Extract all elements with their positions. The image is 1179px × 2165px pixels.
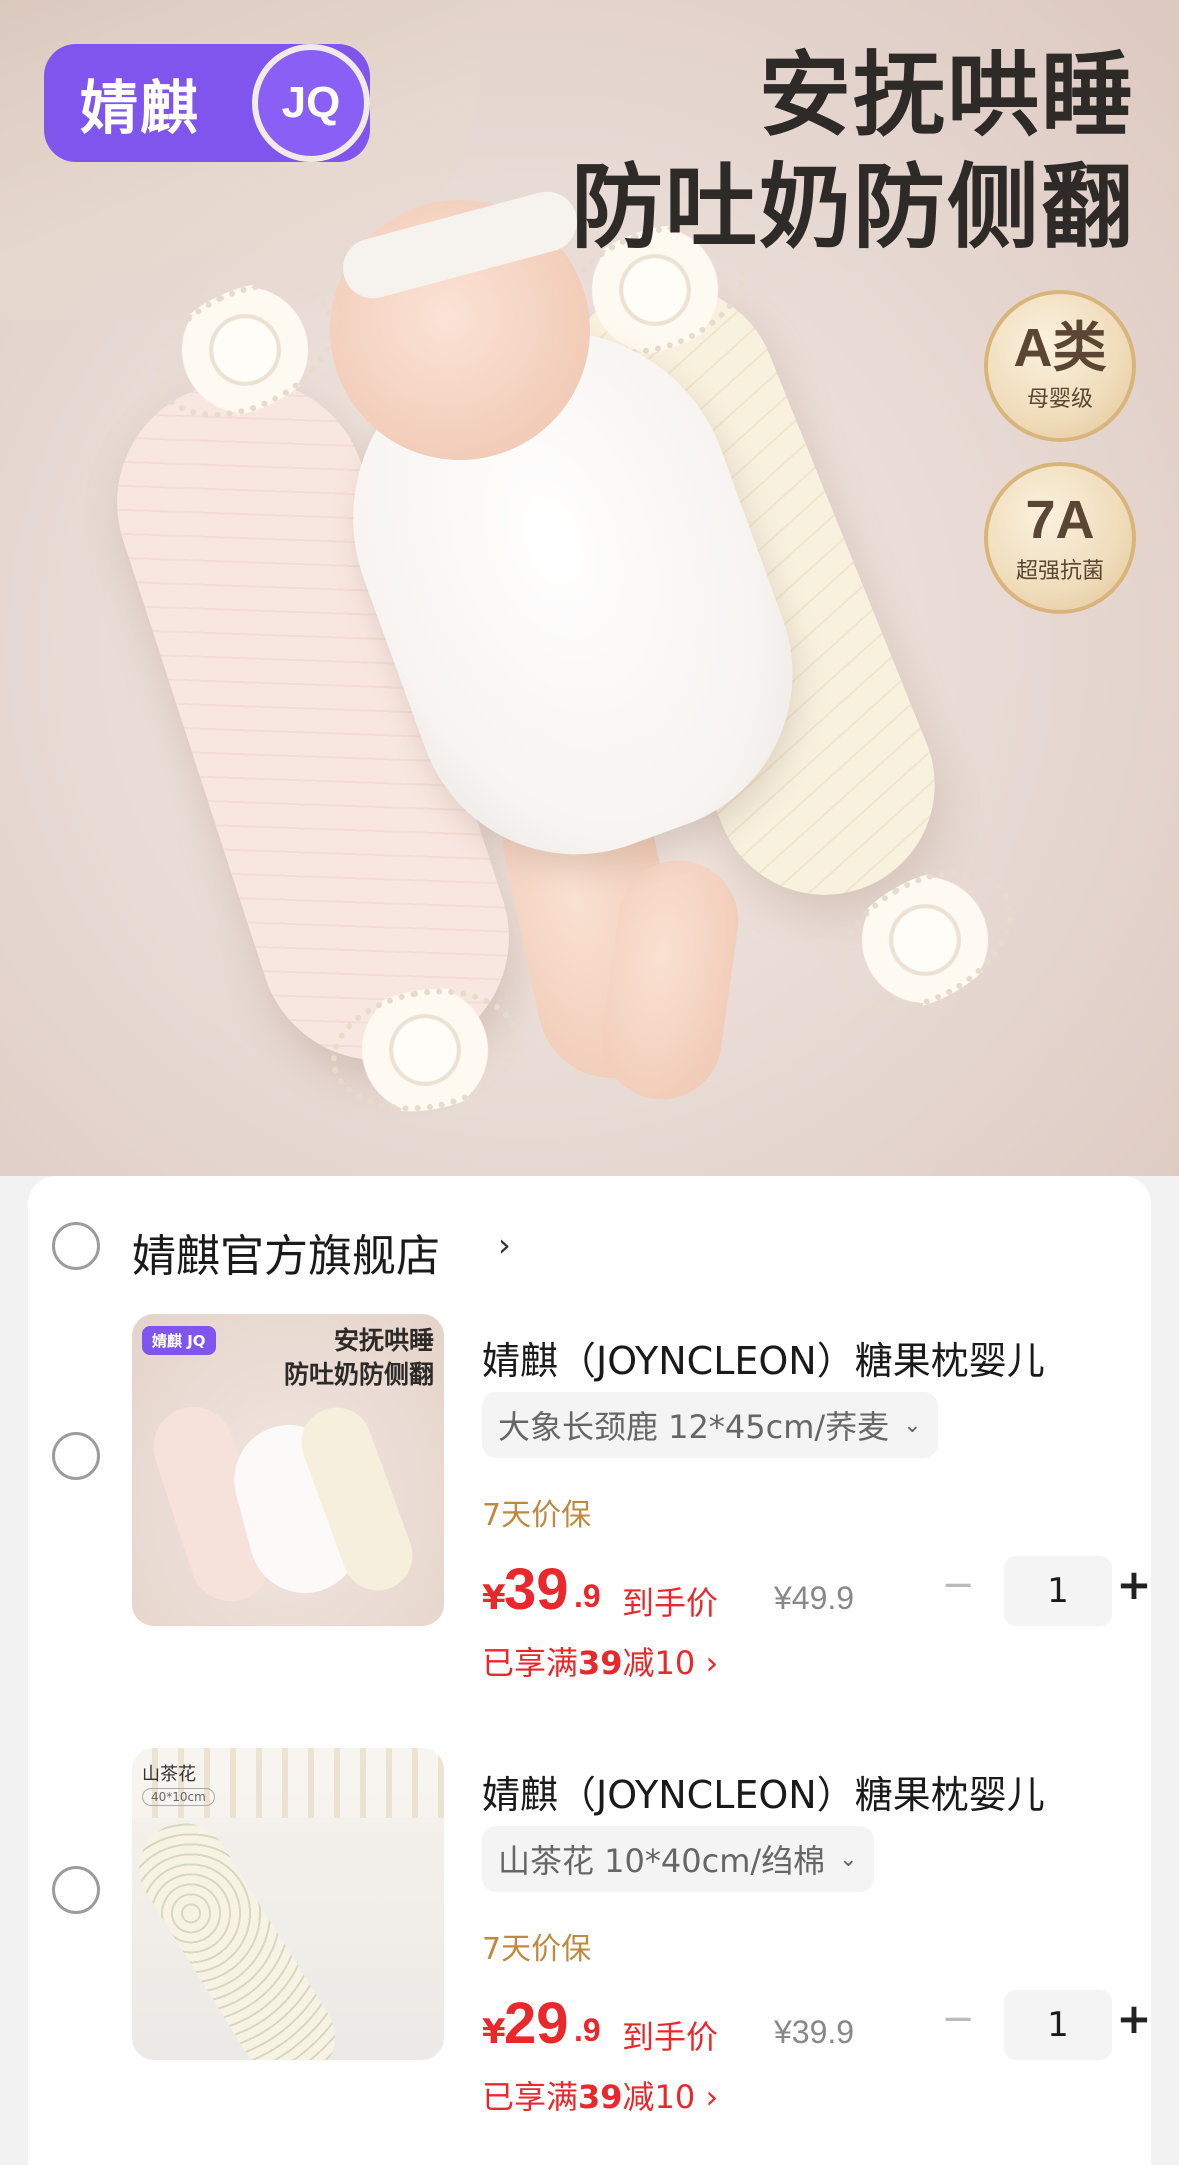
discount-info[interactable]: 已享满39减10 › bbox=[482, 2072, 718, 2118]
product-thumbnail[interactable]: 山茶花 40*10cm bbox=[132, 1748, 444, 2060]
price-row: ¥ 39 .9 到手价 ¥49.9 bbox=[482, 1556, 962, 1626]
discount-info[interactable]: 已享满39减10 › bbox=[482, 1638, 718, 1684]
currency-symbol: ¥ bbox=[482, 1578, 506, 1618]
variant-selector[interactable]: 大象长颈鹿 12*45cm/荞麦 ⌄ bbox=[482, 1392, 938, 1458]
variant-selector[interactable]: 山茶花 10*40cm/绉棉 ⌄ bbox=[482, 1826, 874, 1892]
thumb-headline-2: 防吐奶防侧翻 bbox=[283, 1360, 434, 1389]
hero-headline: 安抚哄睡 防吐奶防侧翻 bbox=[571, 40, 1135, 264]
currency-symbol: ¥ bbox=[482, 2012, 506, 2052]
final-price-label: 到手价 bbox=[622, 1584, 719, 1622]
increase-button[interactable]: + bbox=[1114, 1994, 1154, 2043]
discount-prefix: 已享满 bbox=[482, 1644, 579, 1682]
cart-item: 婧麒 JQ 安抚哄睡 防吐奶防侧翻 婧麒（JOYNCLEON）糖果枕婴儿 大象长… bbox=[28, 1294, 1152, 1724]
badge-title: 7A bbox=[1025, 490, 1095, 550]
shop-header[interactable]: 婧麒官方旗舰店 › bbox=[28, 1206, 1151, 1286]
original-price: ¥49.9 bbox=[774, 1580, 855, 1616]
quantity-value[interactable]: 1 bbox=[1004, 1556, 1112, 1626]
increase-button[interactable]: + bbox=[1114, 1560, 1154, 1609]
antibacterial-badge: 7A 超强抗菌 bbox=[984, 462, 1136, 614]
discount-threshold: 39 bbox=[578, 1644, 623, 1682]
item-select-radio[interactable] bbox=[52, 1866, 100, 1914]
thumb-headline-1: 安抚哄睡 bbox=[333, 1326, 434, 1355]
thumb-size-label: 40*10cm bbox=[142, 1788, 215, 1806]
discount-suffix: 减10 › bbox=[622, 1644, 719, 1682]
quantity-stepper: − 1 + bbox=[938, 1990, 1152, 2060]
product-title[interactable]: 婧麒（JOYNCLEON）糖果枕婴儿 bbox=[482, 1764, 1045, 1819]
headline-line-2: 防吐奶防侧翻 bbox=[570, 154, 1135, 261]
original-price: ¥39.9 bbox=[774, 2014, 855, 2050]
product-thumbnail[interactable]: 婧麒 JQ 安抚哄睡 防吐奶防侧翻 bbox=[132, 1314, 444, 1626]
shop-select-radio[interactable] bbox=[52, 1222, 100, 1270]
brand-name: 婧麒 bbox=[80, 74, 201, 142]
price-decimal: .9 bbox=[574, 2012, 601, 2048]
jq-logo-icon: JQ bbox=[252, 44, 370, 162]
shop-name[interactable]: 婧麒官方旗舰店 bbox=[132, 1220, 440, 1284]
headline-line-1: 安抚哄睡 bbox=[758, 42, 1135, 149]
price-guarantee-tag: 7天价保 bbox=[482, 1932, 592, 1967]
price-guarantee-tag: 7天价保 bbox=[482, 1498, 592, 1533]
final-price-label: 到手价 bbox=[622, 2018, 719, 2056]
price-row: ¥ 29 .9 到手价 ¥39.9 bbox=[482, 1990, 962, 2060]
discount-threshold: 39 bbox=[578, 2078, 623, 2116]
thumb-variant-label: 山茶花 bbox=[142, 1764, 196, 1785]
price-decimal: .9 bbox=[574, 1578, 601, 1614]
product-hero-image[interactable]: 婧麒 JQ 安抚哄睡 防吐奶防侧翻 A类 母婴级 7A 超强抗菌 bbox=[0, 0, 1179, 1176]
cart-shop-card: 婧麒官方旗舰店 › 婧麒 JQ 安抚哄睡 防吐奶防侧翻 婧麒（JOYNCLEON… bbox=[28, 1176, 1152, 2165]
discount-suffix: 减10 › bbox=[622, 2078, 719, 2116]
badge-caption: 母婴级 bbox=[1026, 387, 1093, 412]
thumb-headline: 安抚哄睡 防吐奶防侧翻 bbox=[284, 1324, 434, 1392]
decrease-button[interactable]: − bbox=[938, 1996, 978, 2042]
decrease-button[interactable]: − bbox=[938, 1562, 978, 1608]
chevron-down-icon: ⌄ bbox=[839, 1846, 858, 1872]
quantity-stepper: − 1 + bbox=[938, 1556, 1152, 1626]
grade-a-badge: A类 母婴级 bbox=[984, 290, 1136, 442]
thumb-pillow bbox=[132, 1806, 353, 2060]
price-integer: 29 bbox=[504, 1991, 569, 2056]
item-select-radio[interactable] bbox=[52, 1432, 100, 1480]
variant-label: 大象长颈鹿 12*45cm/荞麦 bbox=[498, 1408, 890, 1446]
badge-title: A类 bbox=[1013, 318, 1107, 378]
badge-caption: 超强抗菌 bbox=[1015, 559, 1104, 584]
chevron-down-icon: ⌄ bbox=[903, 1412, 922, 1438]
variant-label: 山茶花 10*40cm/绉棉 bbox=[498, 1842, 826, 1880]
product-title[interactable]: 婧麒（JOYNCLEON）糖果枕婴儿 bbox=[482, 1330, 1045, 1385]
quantity-value[interactable]: 1 bbox=[1004, 1990, 1112, 2060]
price-integer: 39 bbox=[504, 1557, 569, 1622]
discount-prefix: 已享满 bbox=[482, 2078, 579, 2116]
thumb-brand-badge: 婧麒 JQ bbox=[142, 1326, 216, 1355]
cart-item: 山茶花 40*10cm 婧麒（JOYNCLEON）糖果枕婴儿 山茶花 10*40… bbox=[28, 1728, 1152, 2158]
brand-logo: 婧麒 JQ bbox=[44, 44, 370, 162]
chevron-right-icon[interactable]: › bbox=[498, 1226, 511, 1264]
